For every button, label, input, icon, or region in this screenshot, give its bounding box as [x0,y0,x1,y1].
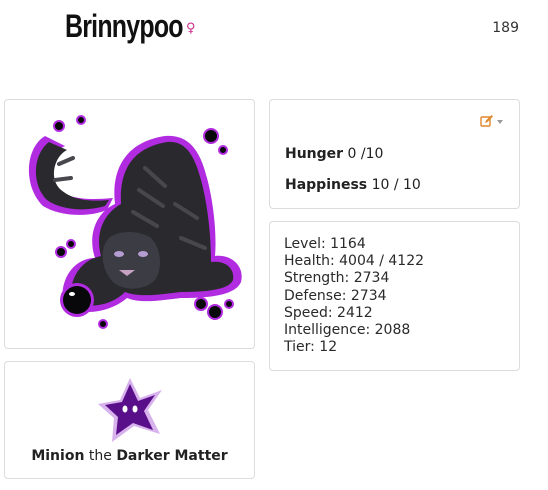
happiness-value: 10 / 10 [371,177,421,193]
stat-intelligence: Intelligence: 2088 [284,322,411,339]
minion-panel: Minion the Darker Matter [4,361,255,479]
stat-level: Level: 1164 [284,236,366,252]
pet-image-panel [4,99,255,349]
edit-icon[interactable] [480,114,494,128]
needs-panel: Hunger 0 /10 Happiness 10 / 10 [269,99,520,209]
stat-strength: Strength: 2734 [284,270,390,287]
caret-down-icon[interactable] [497,120,503,124]
minion-image [98,378,162,442]
happiness-label: Happiness [285,177,368,193]
hunger-value: 0 /10 [347,146,384,162]
minion-title: Darker Matter [116,448,228,464]
hunger-label: Hunger [285,146,344,162]
stat-defense: Defense: 2734 [284,287,387,304]
pet-image [28,115,242,329]
stat-speed: Speed: 2412 [284,304,373,321]
pet-name: Brinnypoo [65,8,184,44]
pet-id: 189 [492,20,519,36]
edit-dropdown-button[interactable] [480,114,503,128]
female-icon: ♀ [186,21,196,36]
stat-health: Health: 4004 / 4122 [284,253,425,270]
happiness-row: Happiness 10 / 10 [285,177,421,193]
stats-panel: Level: 1164 Health: 4004 / 4122 Strength… [269,221,520,371]
minion-joiner: the [88,448,112,464]
minion-name: Minion [31,448,85,464]
hunger-row: Hunger 0 /10 [285,146,383,162]
stats-list: Level: 1164 Health: 4004 / 4122 Strength… [284,236,424,356]
stat-tier: Tier: 12 [284,339,338,356]
minion-caption: Minion the Darker Matter [5,448,254,464]
